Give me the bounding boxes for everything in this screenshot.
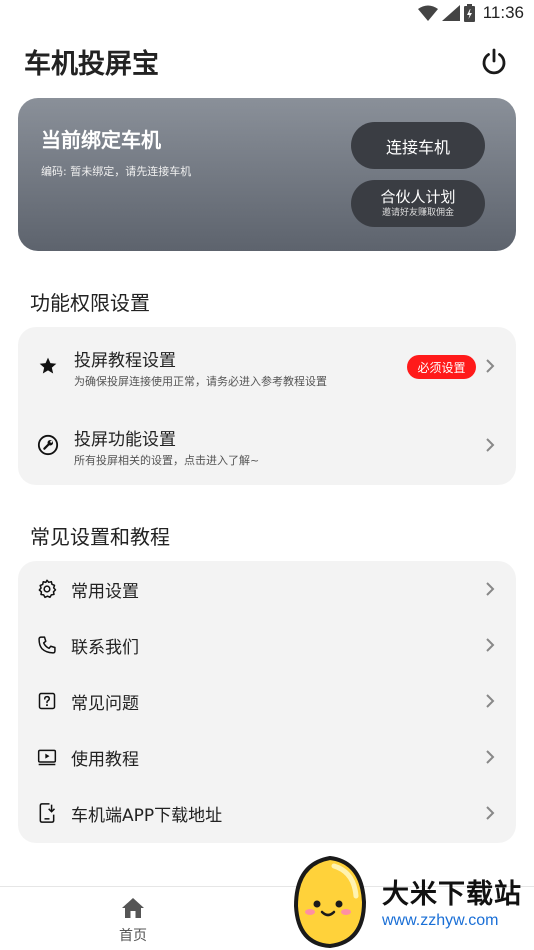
required-badge: 必须设置: [407, 355, 476, 379]
screen-tutorial-settings-label: 投屏教程设置: [74, 351, 176, 371]
common-section-title: 常见设置和教程: [30, 525, 170, 549]
contact-us-row[interactable]: 联系我们: [18, 617, 516, 673]
partner-plan-button[interactable]: 合伙人计划 邀请好友赚取佣金: [351, 180, 485, 227]
status-bar: 11:36: [0, 0, 534, 30]
tutorial-label: 使用教程: [71, 750, 139, 770]
watermark: 大米下载站 www.zzhyw.com: [290, 852, 534, 950]
status-time: 11:36: [482, 3, 524, 22]
watermark-url: www.zzhyw.com: [382, 912, 499, 929]
partner-plan-label: 合伙人计划: [380, 188, 456, 206]
rice-mascot-icon: [293, 855, 367, 949]
phone-icon: [36, 634, 58, 656]
power-button[interactable]: [478, 46, 510, 78]
faq-row[interactable]: 常见问题: [18, 673, 516, 729]
screen-function-settings-desc: 所有投屏相关的设置，点击进入了解~: [74, 454, 260, 467]
contact-us-label: 联系我们: [71, 638, 139, 658]
chevron-right-icon: [486, 438, 495, 452]
watermark-text: 大米下载站: [382, 879, 522, 910]
video-icon: [36, 746, 58, 768]
power-icon: [482, 48, 506, 75]
bound-car-title: 当前绑定车机: [41, 128, 161, 152]
connect-car-button[interactable]: 连接车机: [351, 122, 485, 169]
partner-plan-sublabel: 邀请好友赚取佣金: [381, 208, 454, 218]
permissions-card: 投屏教程设置 为确保投屏连接使用正常，请务必进入参考教程设置 必须设置 投屏功能…: [18, 327, 516, 485]
home-icon: [122, 898, 144, 918]
permissions-section-title: 功能权限设置: [30, 291, 150, 315]
tutorial-row[interactable]: 使用教程: [18, 729, 516, 785]
chevron-right-icon: [486, 750, 495, 764]
car-app-download-label: 车机端APP下载地址: [71, 806, 223, 826]
battery-icon: [463, 4, 475, 22]
common-settings-card: 常用设置 联系我们 常见问题 使用教程 车机端APP下载地址: [18, 561, 516, 843]
connect-car-label: 连接车机: [385, 137, 450, 157]
bound-car-code: 编码: 暂未绑定，请先连接车机: [41, 165, 192, 178]
screen-function-settings-row[interactable]: 投屏功能设置 所有投屏相关的设置，点击进入了解~: [18, 406, 516, 485]
download-icon: [36, 802, 58, 824]
screen-tutorial-settings-desc: 为确保投屏连接使用正常，请务必进入参考教程设置: [74, 375, 327, 388]
app-title: 车机投屏宝: [24, 49, 159, 80]
nav-home-label: 首页: [119, 928, 147, 944]
signal-icon: [441, 5, 460, 21]
faq-label: 常见问题: [71, 694, 139, 714]
screen-tutorial-settings-row[interactable]: 投屏教程设置 为确保投屏连接使用正常，请务必进入参考教程设置 必须设置: [18, 327, 516, 406]
common-settings-label: 常用设置: [71, 582, 139, 602]
star-icon: [37, 355, 59, 377]
screen-function-settings-label: 投屏功能设置: [74, 430, 176, 450]
chevron-right-icon: [486, 359, 495, 373]
nav-home-tab[interactable]: 首页: [108, 895, 158, 947]
common-settings-row[interactable]: 常用设置: [18, 561, 516, 617]
status-icons: 11:36: [417, 3, 524, 23]
wifi-icon: [417, 5, 438, 21]
car-app-download-row[interactable]: 车机端APP下载地址: [18, 785, 516, 841]
bound-car-card: 当前绑定车机 编码: 暂未绑定，请先连接车机 连接车机 合伙人计划 邀请好友赚取…: [18, 98, 516, 251]
question-icon: [36, 690, 58, 712]
chevron-right-icon: [486, 638, 495, 652]
chevron-right-icon: [486, 694, 495, 708]
chevron-right-icon: [486, 806, 495, 820]
wrench-icon: [37, 434, 59, 456]
chevron-right-icon: [486, 582, 495, 596]
gear-icon: [36, 578, 58, 600]
